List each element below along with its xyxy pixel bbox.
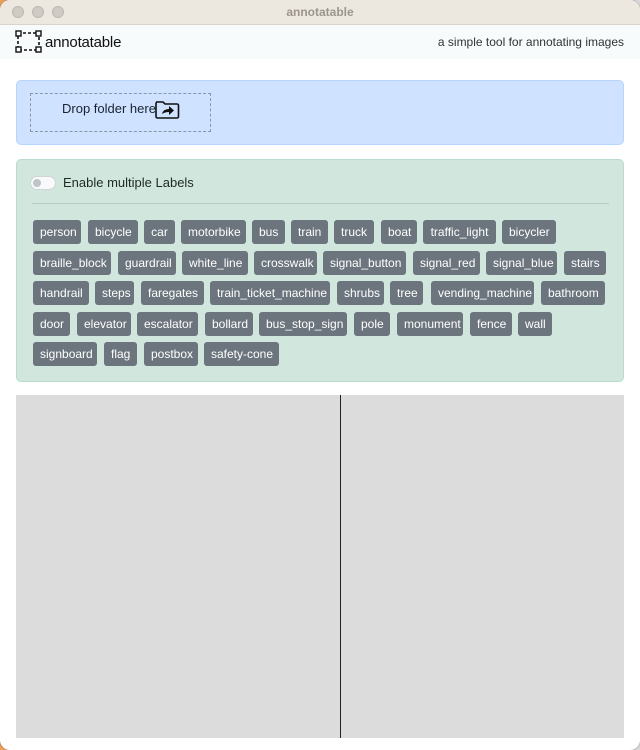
label-chip-motorbike[interactable]: motorbike [181,220,246,244]
app-header: annotatable a simple tool for annotating… [0,25,640,59]
label-chip-shrubs[interactable]: shrubs [337,281,384,305]
multiple-labels-toggle-row: Enable multiple Labels [30,175,194,190]
label-chip-handrail[interactable]: handrail [33,281,89,305]
canvas-crosshair-line [340,395,341,738]
window-title: annotatable [286,5,354,19]
label-chip-truck[interactable]: truck [334,220,374,244]
label-chip-bollard[interactable]: bollard [205,312,253,336]
label-chip-safety-cone[interactable]: safety-cone [204,342,279,366]
label-chip-door[interactable]: door [33,312,70,336]
drop-panel: Drop folder here [16,80,624,145]
label-chip-stairs[interactable]: stairs [564,251,606,275]
label-chip-bicycler[interactable]: bicycler [502,220,556,244]
label-chip-escalator[interactable]: escalator [137,312,198,336]
label-chip-bicycle[interactable]: bicycle [88,220,138,244]
label-chip-signal-red[interactable]: signal_red [413,251,480,275]
app-window: annotatable annotatable a simple tool fo… [0,0,640,750]
multiple-labels-toggle[interactable] [30,175,56,190]
label-chip-bus[interactable]: bus [252,220,285,244]
label-chip-signal-blue[interactable]: signal_blue [486,251,557,275]
label-chip-vending-machine[interactable]: vending_machine [431,281,534,305]
label-chip-bus-stop-sign[interactable]: bus_stop_sign [259,312,347,336]
label-chip-braille-block[interactable]: braille_block [33,251,111,275]
label-chip-flag[interactable]: flag [104,342,137,366]
folder-open-icon [155,101,180,119]
labels-panel: Enable multiple Labels person bicycle ca… [16,159,624,382]
label-chip-person[interactable]: person [33,220,81,244]
label-chip-tree[interactable]: tree [390,281,423,305]
label-chip-train[interactable]: train [291,220,328,244]
label-chip-pole[interactable]: pole [354,312,390,336]
label-chip-monument[interactable]: monument [397,312,463,336]
app-name: annotatable [45,33,122,51]
brand: annotatable [15,28,121,56]
title-bar: annotatable [0,0,640,25]
multiple-labels-toggle-label: Enable multiple Labels [63,175,194,190]
label-chip-wall[interactable]: wall [518,312,552,336]
annotation-canvas[interactable] [16,395,624,738]
label-chip-bathroom[interactable]: bathroom [541,281,605,305]
label-chip-fence[interactable]: fence [470,312,512,336]
label-chip-faregates[interactable]: faregates [141,281,204,305]
label-chip-boat[interactable]: boat [381,220,417,244]
label-chip-white-line[interactable]: white_line [182,251,248,275]
label-chip-car[interactable]: car [144,220,175,244]
label-chip-crosswalk[interactable]: crosswalk [254,251,317,275]
folder-dropzone[interactable]: Drop folder here [30,93,211,132]
panel-divider [32,203,609,204]
label-chip-signal-button[interactable]: signal_button [323,251,406,275]
label-chip-postbox[interactable]: postbox [144,342,198,366]
label-chip-elevator[interactable]: elevator [77,312,131,336]
label-chip-traffic-light[interactable]: traffic_light [423,220,496,244]
label-chip-signboard[interactable]: signboard [33,342,97,366]
dropzone-label: Drop folder here [62,101,156,116]
label-chip-steps[interactable]: steps [95,281,134,305]
bounding-box-logo-icon [15,30,42,53]
label-chip-guardrail[interactable]: guardrail [118,251,176,275]
label-chip-train-ticket-machine[interactable]: train_ticket_machine [210,281,330,305]
app-tagline: a simple tool for annotating images [437,35,624,49]
